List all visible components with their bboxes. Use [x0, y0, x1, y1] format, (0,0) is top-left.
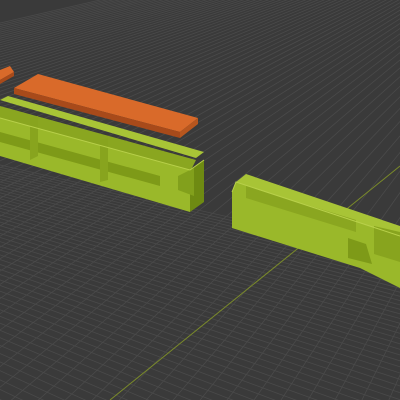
viewport-scene[interactable] — [0, 0, 400, 400]
green-channel-left-rib-2 — [100, 138, 108, 182]
3d-viewport[interactable] — [0, 0, 400, 400]
green-channel-left-rib-1 — [30, 116, 38, 160]
